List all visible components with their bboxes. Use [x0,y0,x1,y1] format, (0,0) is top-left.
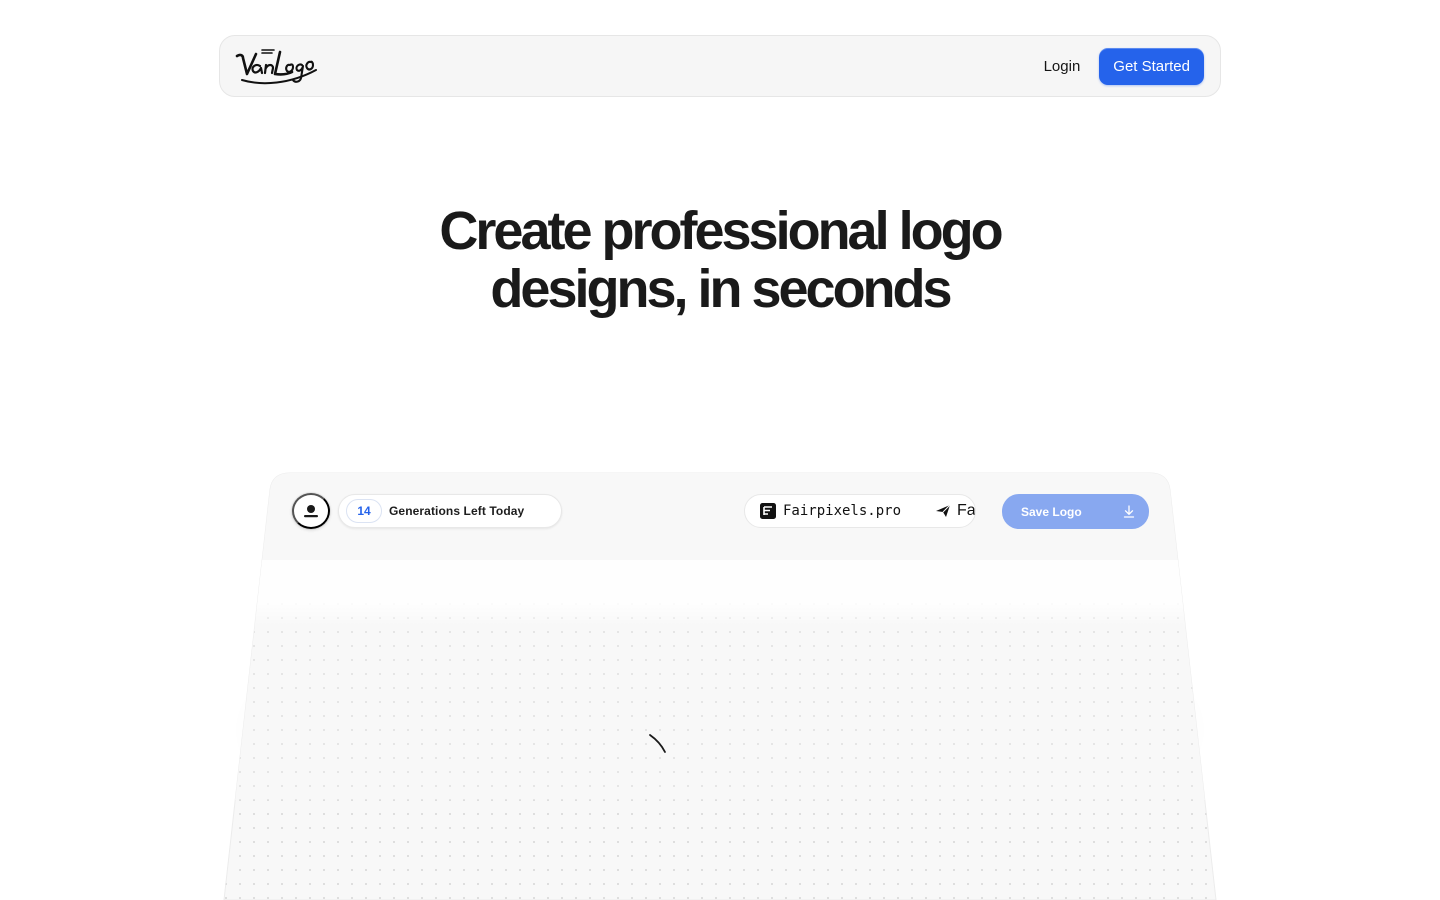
preview-canvas [223,472,1217,900]
ticker-label: Fairpixels.pro [783,503,902,519]
preview-shadow [214,560,1226,900]
download-icon [1123,505,1135,518]
ticker-item-fair[interactable]: Fair [935,502,976,520]
ticker-label: Fair [957,502,976,519]
generations-counter: 14 Generations Left Today [338,494,562,528]
hero-title: Create professional logo designs, in sec… [439,201,1003,319]
navbar: Login Get Started [219,35,1221,97]
user-icon [304,505,318,518]
paper-plane-icon [936,504,951,517]
vanlogo-wordmark-icon [235,49,317,85]
get-started-button[interactable]: Get Started [1099,47,1204,85]
loading-spinner-icon [649,734,666,753]
dot-grid [224,600,1216,900]
ticker-item-fairpixels[interactable]: Fairpixels.pro [759,502,901,520]
user-avatar-button[interactable] [292,493,330,529]
preview-panel [223,472,1217,900]
brand-ticker[interactable]: Fairpixels.pro Fair [744,494,976,528]
app-preview [0,0,1440,900]
preview-toolbar: 14 Generations Left Today Fairpixels.pro… [0,0,1440,900]
save-logo-label: Save Logo [1021,504,1082,519]
generations-count: 14 [346,499,382,523]
fairpixels-icon [760,503,776,519]
login-link[interactable]: Login [1043,50,1082,83]
save-logo-button[interactable]: Save Logo [1002,494,1149,529]
brand-logo[interactable] [234,44,320,88]
nav-actions: Login Get Started [1043,47,1204,85]
generations-label: Generations Left Today [389,504,525,518]
